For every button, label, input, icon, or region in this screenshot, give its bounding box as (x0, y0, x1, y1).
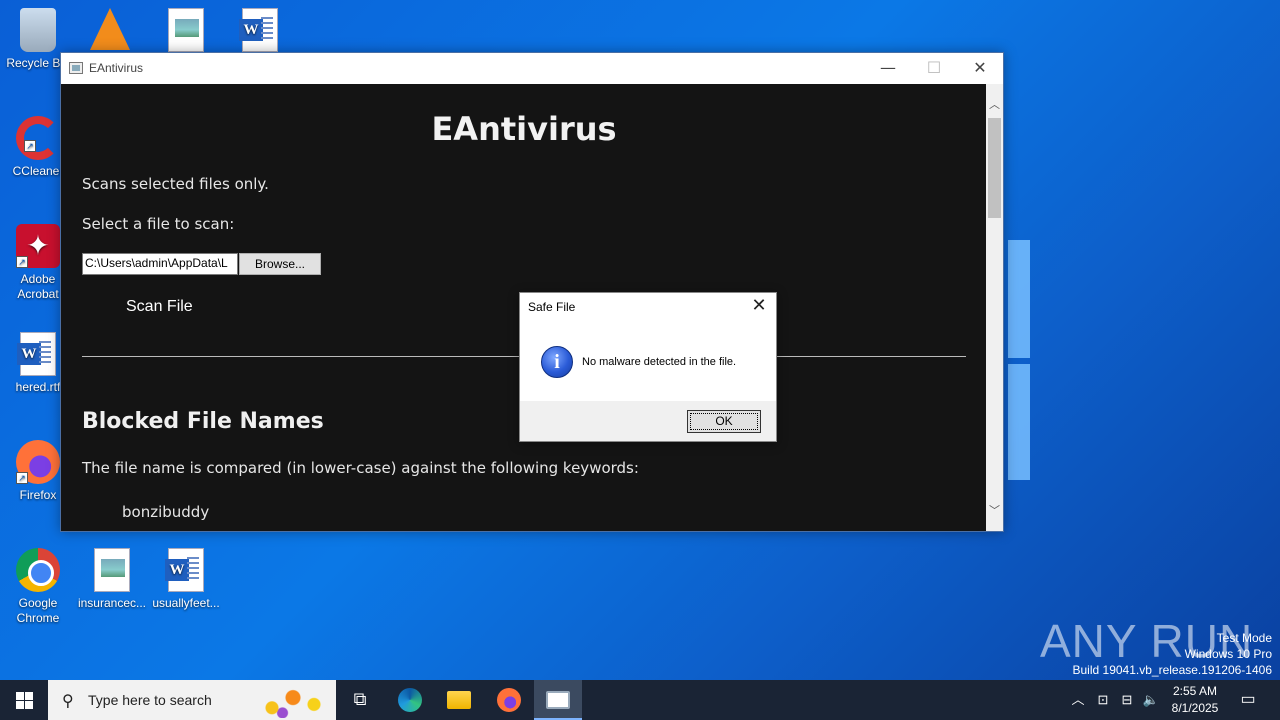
desktop-icon-label: hered.rtf (15, 380, 61, 394)
clock-date: 8/1/2025 (1171, 701, 1219, 715)
blocked-names-description: The file name is compared (in lower-case… (82, 459, 639, 477)
taskbar-file-explorer[interactable] (435, 680, 483, 720)
edge-icon (398, 688, 422, 712)
dialog-footer: OK (520, 401, 776, 441)
scan-file-button[interactable]: Scan File (126, 298, 193, 316)
desktop-icon-vlc[interactable] (72, 8, 148, 54)
desktop-icon-chrome[interactable]: Google Chrome (0, 548, 76, 626)
window-titlebar[interactable]: EAntivirus — ☐ ✕ (61, 53, 1003, 84)
vlc-icon (90, 8, 130, 50)
watermark-line: Windows 10 Pro (1184, 647, 1272, 661)
recycle-bin-icon (20, 8, 56, 52)
watermark-line: Build 19041.vb_release.191206-1406 (1072, 663, 1273, 677)
select-file-label: Select a file to scan: (82, 215, 235, 233)
taskbar-clock[interactable]: 2:55 AM 8/1/2025 (1162, 683, 1228, 717)
browse-button[interactable]: Browse... (239, 253, 321, 275)
word-file-icon: W (17, 332, 56, 376)
window-title: EAntivirus (89, 61, 144, 75)
blocked-names-title: Blocked File Names (82, 409, 324, 434)
keyword-item: bonzibuddy (122, 503, 210, 521)
minimize-button[interactable]: — (865, 53, 911, 84)
dialog-title: Safe File (528, 300, 576, 314)
taskbar-edge[interactable] (386, 680, 434, 720)
folder-icon (447, 691, 471, 709)
desktop-icon-usuallyfeet[interactable]: W usuallyfeet... (148, 548, 224, 611)
test-mode-watermark: Test Mode Windows 10 Pro Build 19041.vb_… (1073, 630, 1273, 678)
taskbar-search[interactable]: ⚲ Type here to search (48, 680, 336, 720)
app-window-icon (69, 62, 83, 74)
app-subtitle: Scans selected files only. (82, 175, 269, 193)
chrome-icon (16, 548, 60, 592)
dialog-close-icon[interactable]: ✕ (748, 295, 770, 316)
dialog-body: i No malware detected in the file. (520, 323, 776, 401)
search-placeholder: Type here to search (88, 692, 212, 708)
image-file-icon (168, 8, 204, 52)
desktop-icon-word-doc[interactable]: W (222, 8, 298, 56)
clock-time: 2:55 AM (1172, 684, 1218, 698)
tray-overflow-chevron-icon[interactable]: ︿ (1068, 680, 1088, 720)
ok-button[interactable]: OK (687, 410, 761, 433)
windows-logo-wallpaper (1008, 240, 1030, 480)
app-content: EAntivirus Scans selected files only. Se… (82, 84, 966, 521)
desktop-icon-label: Adobe Acrobat (17, 272, 59, 301)
acrobat-icon: ✦ ↗ (16, 224, 60, 268)
scroll-down-icon[interactable]: ﹀ (986, 502, 1003, 519)
desktop-icon-label: Google Chrome (16, 596, 60, 625)
tray-network-icon[interactable]: ⊟ (1116, 680, 1138, 720)
vertical-scrollbar[interactable]: ︿ ﹀ (986, 84, 1003, 531)
start-button[interactable] (0, 680, 48, 720)
image-file-icon (94, 548, 130, 592)
app-heading: EAntivirus (431, 110, 617, 148)
taskbar-firefox[interactable] (485, 680, 533, 720)
word-file-icon: W (239, 8, 278, 52)
desktop-icon-label: insurancec... (77, 596, 147, 610)
desktop-icon-label: CCleaner (12, 164, 64, 178)
taskbar: ⚲ Type here to search ⧉ ︿ ⊡ ⊟ 🔈 2:55 AM … (0, 680, 1280, 720)
close-button[interactable]: ✕ (957, 53, 1003, 84)
word-file-icon: W (165, 548, 204, 592)
desktop-icon-image-doc[interactable] (148, 8, 224, 56)
notification-icon[interactable]: ▭ (1236, 680, 1260, 720)
tray-volume-icon[interactable]: 🔈 (1140, 680, 1162, 720)
tray-network-device-icon[interactable]: ⊡ (1092, 680, 1114, 720)
dialog-message: No malware detected in the file. (582, 356, 737, 368)
task-view-icon: ⧉ (353, 689, 367, 710)
desktop-icon-label: usuallyfeet... (152, 596, 220, 610)
safe-file-dialog: Safe File ✕ i No malware detected in the… (519, 292, 777, 442)
search-highlight-image (258, 684, 328, 718)
desktop-icon-label: Firefox (19, 488, 57, 502)
app-window-icon (546, 691, 570, 709)
watermark-line: Test Mode (1216, 631, 1272, 645)
file-path-input[interactable]: C:\Users\admin\AppData\L (82, 253, 238, 275)
search-icon: ⚲ (62, 691, 74, 710)
maximize-button[interactable]: ☐ (911, 53, 957, 84)
scroll-thumb[interactable] (988, 118, 1001, 218)
firefox-icon: ↗ (16, 440, 60, 484)
ccleaner-icon: ↗ (16, 116, 60, 160)
info-icon: i (541, 346, 573, 378)
scroll-up-icon[interactable]: ︿ (986, 96, 1003, 113)
taskbar-eantivirus[interactable] (534, 680, 582, 720)
desktop-icon-insurance[interactable]: insurancec... (74, 548, 150, 611)
firefox-icon (497, 688, 521, 712)
task-view-button[interactable]: ⧉ (336, 680, 384, 720)
